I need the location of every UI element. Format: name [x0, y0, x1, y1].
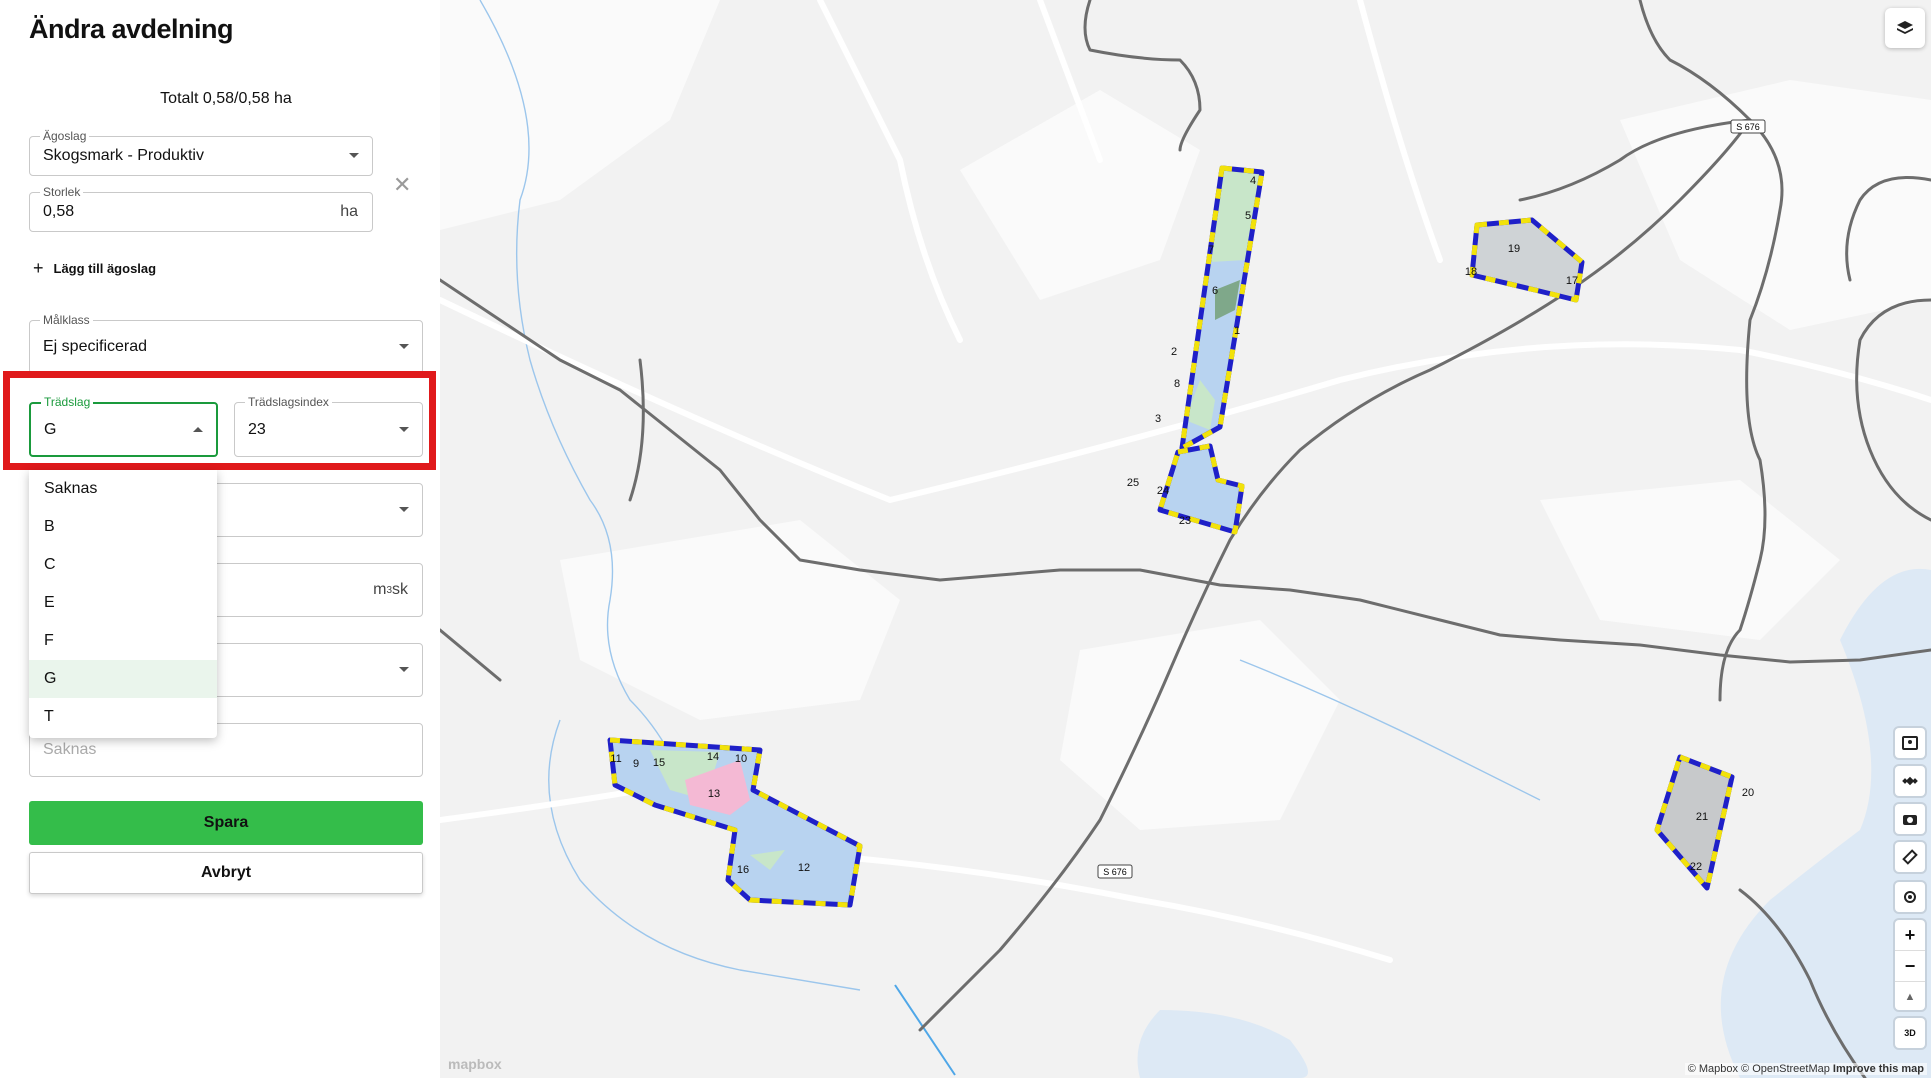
- zoom-out-button[interactable]: −: [1895, 951, 1925, 982]
- contact-card-icon[interactable]: [1895, 728, 1925, 758]
- stand-label: 20: [1742, 787, 1754, 799]
- stand-label: 5: [1245, 210, 1251, 222]
- improve-map-link[interactable]: Improve this map: [1833, 1063, 1924, 1075]
- storlek-value: 0,58: [43, 203, 75, 220]
- cancel-button[interactable]: Avbryt: [29, 852, 423, 894]
- stand-label: 22: [1690, 861, 1702, 873]
- dropdown-option[interactable]: B: [29, 508, 217, 546]
- layers-button[interactable]: [1885, 8, 1925, 48]
- chevron-down-icon: [399, 507, 409, 512]
- storlek-unit: ha: [340, 203, 358, 220]
- stand-label: 14: [707, 751, 719, 763]
- map-canvas: S 676 S 676 1 2 3 4 5 6 7 8 9 10 11 12 1…: [440, 0, 1931, 1078]
- stand-label: 9: [633, 758, 639, 770]
- agoslag-select[interactable]: Ägoslag Skogsmark - Produktiv: [29, 129, 373, 176]
- road-label: S 676: [1103, 867, 1127, 877]
- map-attribution: © Mapbox © OpenStreetMap Improve this ma…: [1684, 1063, 1927, 1075]
- dropdown-option[interactable]: E: [29, 584, 217, 622]
- locate-icon[interactable]: [1895, 882, 1925, 912]
- stand-label: 6: [1212, 285, 1218, 297]
- layers-icon: [1897, 21, 1913, 34]
- dropdown-option[interactable]: C: [29, 546, 217, 584]
- close-icon[interactable]: ✕: [393, 174, 411, 196]
- zoom-controls: + − ▲: [1895, 920, 1925, 1010]
- ruler-icon[interactable]: [1895, 842, 1925, 872]
- dropdown-option[interactable]: T: [29, 698, 217, 736]
- zoom-in-button[interactable]: +: [1895, 920, 1925, 951]
- stand-label: 3: [1155, 413, 1161, 425]
- three-d-button[interactable]: 3D: [1895, 1018, 1925, 1048]
- stand-label: 2: [1171, 346, 1177, 358]
- satellite-icon[interactable]: [1895, 766, 1925, 796]
- highlight-box: [3, 371, 436, 470]
- stand-label: 8: [1174, 378, 1180, 390]
- camera-icon[interactable]: [1895, 804, 1925, 834]
- add-agoslag-button[interactable]: + Lägg till ägoslag: [33, 258, 156, 279]
- stand-label: 15: [653, 757, 665, 769]
- tradslag-dropdown-menu: Saknas B C E F G T: [29, 470, 217, 738]
- attribution-text[interactable]: © Mapbox © OpenStreetMap: [1688, 1063, 1830, 1075]
- stand-label: 21: [1696, 811, 1708, 823]
- add-agoslag-label: Lägg till ägoslag: [53, 261, 157, 276]
- stand-label: 10: [735, 753, 747, 765]
- stand-label: 11: [610, 753, 621, 765]
- malklass-select[interactable]: Målklass Ej specificerad: [29, 313, 423, 374]
- stand-label: 12: [798, 862, 810, 874]
- mapbox-logo[interactable]: mapbox: [448, 1056, 502, 1072]
- compass-button[interactable]: ▲: [1895, 982, 1925, 1012]
- stand-label: 16: [737, 864, 749, 876]
- stand-label: 18: [1465, 266, 1477, 278]
- malklass-value: Ej specificerad: [43, 338, 148, 355]
- chevron-down-icon: [349, 153, 359, 158]
- map-view[interactable]: S 676 S 676 1 2 3 4 5 6 7 8 9 10 11 12 1…: [440, 0, 1931, 1078]
- total-area-text: Totalt 0,58/0,58 ha: [160, 90, 292, 107]
- stand-label: 13: [708, 788, 720, 800]
- edit-division-panel: Ändra avdelning Totalt 0,58/0,58 ha Ägos…: [0, 0, 440, 1078]
- stand-label: 1: [1234, 325, 1240, 337]
- stand-label: 17: [1566, 275, 1578, 287]
- stand-label: 25: [1127, 477, 1139, 489]
- plus-icon: +: [33, 258, 44, 278]
- stand-label: 4: [1250, 175, 1256, 187]
- page-title: Ändra avdelning: [29, 14, 234, 44]
- road-label: S 676: [1736, 122, 1760, 132]
- dropdown-option[interactable]: F: [29, 622, 217, 660]
- stand-label: 23: [1179, 515, 1191, 527]
- stand-label: 19: [1508, 243, 1520, 255]
- chevron-down-icon: [399, 667, 409, 672]
- agoslag-value: Skogsmark - Produktiv: [43, 147, 204, 164]
- stand-label: 7: [1208, 244, 1214, 256]
- save-button[interactable]: Spara: [29, 801, 423, 845]
- chevron-down-icon: [399, 344, 409, 349]
- volume-unit: m 3 sk: [373, 581, 408, 598]
- stand-label: 24: [1157, 485, 1169, 497]
- storlek-field[interactable]: Storlek 0,58 ha: [29, 185, 373, 232]
- dropdown-option[interactable]: Saknas: [29, 470, 217, 508]
- dropdown-option-selected[interactable]: G: [29, 660, 217, 698]
